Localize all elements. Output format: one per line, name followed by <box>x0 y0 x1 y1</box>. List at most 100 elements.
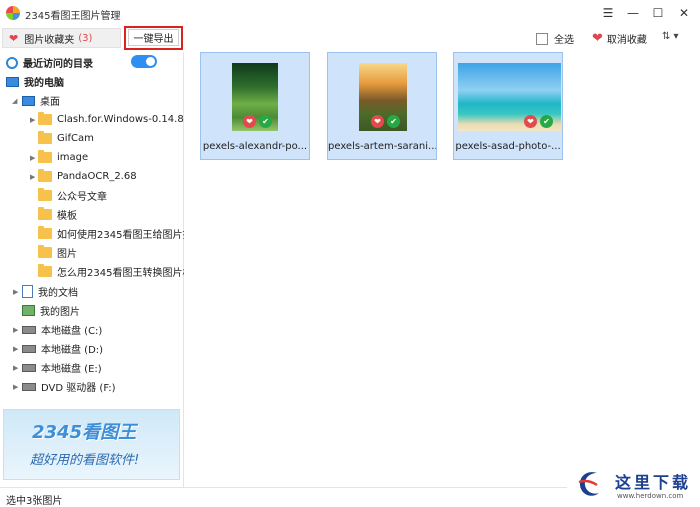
cancel-favorite-label: 取消收藏 <box>606 35 647 46</box>
selected-check-icon[interactable]: ✔ <box>259 115 272 128</box>
tree-item[interactable]: ▶ PandaOCR_2.68 <box>0 167 184 186</box>
ad-slogan: 超好用的看图软件! <box>30 453 140 468</box>
toolbar: ❤ 图片收藏夹 (3) 一键导出 全选 ❤ 取消收藏 ⇅ ▾ <box>0 26 700 52</box>
status-text: 选中3张图片 <box>6 496 63 507</box>
drive-icon <box>22 363 36 372</box>
thumbnail-item[interactable]: ❤ ✔ pexels-asad-photo-... <box>453 52 563 160</box>
recent-dirs-row[interactable]: 最近访问的目录 <box>6 53 190 72</box>
window-title: 2345看图王图片管理 <box>25 11 121 22</box>
ad-banner[interactable]: 2345看图王 超好用的看图软件! <box>3 409 180 480</box>
thumbnail-item[interactable]: ❤ ✔ pexels-artem-sarani... <box>327 52 437 160</box>
folder-icon <box>38 131 52 144</box>
computer-icon <box>6 76 19 87</box>
desktop-label: 桌面 <box>40 97 60 108</box>
folder-icon <box>38 226 52 239</box>
export-button[interactable]: 一键导出 <box>128 29 179 46</box>
tree-item-label: GifCam <box>57 133 94 144</box>
picture-icon <box>22 305 35 316</box>
tree-item-label: image <box>57 152 89 163</box>
cancel-favorite-button[interactable]: ❤ 取消收藏 <box>592 31 647 46</box>
drive-label: 本地磁盘 (C:) <box>41 326 103 337</box>
menu-icon[interactable]: ☰ <box>599 4 617 22</box>
heart-icon: ❤ <box>592 31 603 46</box>
tree-item[interactable]: 怎么用2345看图王转换图片格 <box>0 262 184 281</box>
chevron-right-icon[interactable]: ▶ <box>30 173 35 181</box>
drive-icon <box>22 344 36 353</box>
tree-item-label: 怎么用2345看图王转换图片格 <box>57 268 184 279</box>
drive-row[interactable]: ▶ 本地磁盘 (E:) <box>0 358 184 377</box>
favorite-heart-icon[interactable]: ❤ <box>371 115 384 128</box>
thumbnail-name: pexels-artem-sarani... <box>328 141 436 152</box>
folder-icon <box>38 150 52 163</box>
tree-item-label: 公众号文章 <box>57 192 107 203</box>
my-computer-label: 我的电脑 <box>24 78 64 89</box>
sidebar: 最近访问的目录 我的电脑 ◢ 桌面 ▶ Clash.for.Windows-0.… <box>0 52 184 487</box>
tree-item[interactable]: ▶ image <box>0 148 184 167</box>
folder-icon <box>38 245 52 258</box>
maximize-icon[interactable]: ☐ <box>649 4 667 22</box>
tree-item[interactable]: ▶ Clash.for.Windows-0.14.8-w <box>0 110 184 129</box>
chevron-right-icon[interactable]: ▶ <box>13 288 18 296</box>
clock-icon <box>6 56 18 69</box>
chevron-right-icon[interactable]: ▶ <box>13 345 18 353</box>
tree-item-label: PandaOCR_2.68 <box>57 171 137 182</box>
sort-icon[interactable]: ⇅ ▾ <box>662 31 679 42</box>
chevron-right-icon[interactable]: ▶ <box>13 326 18 334</box>
my-documents-row[interactable]: ▶ 我的文档 <box>0 282 184 301</box>
chevron-right-icon[interactable]: ▶ <box>13 383 18 391</box>
close-icon[interactable]: ✕ <box>675 4 693 22</box>
document-icon <box>22 285 33 298</box>
my-pictures-row[interactable]: 我的图片 <box>0 301 184 320</box>
expand-down-icon[interactable]: ◢ <box>12 97 17 105</box>
tree-item[interactable]: 图片 <box>0 243 184 262</box>
desktop-row[interactable]: ◢ 桌面 <box>0 91 184 110</box>
favorite-heart-icon[interactable]: ❤ <box>243 115 256 128</box>
desktop-icon <box>22 95 35 106</box>
drive-row[interactable]: ▶ 本地磁盘 (D:) <box>0 339 184 358</box>
select-all[interactable]: 全选 <box>536 31 574 46</box>
watermark: 这里下载 www.herdown.com <box>567 466 700 507</box>
select-all-checkbox[interactable] <box>536 32 548 45</box>
app-logo-icon <box>6 6 20 20</box>
select-all-label: 全选 <box>554 35 574 46</box>
tree-item-label: Clash.for.Windows-0.14.8-w <box>57 114 184 125</box>
tree-item-label: 图片 <box>57 249 77 260</box>
folder-icon <box>38 207 52 220</box>
drive-row[interactable]: ▶ 本地磁盘 (C:) <box>0 320 184 339</box>
tree-item[interactable]: 模板 <box>0 205 184 224</box>
ad-logo: 2345看图王 <box>32 422 137 443</box>
selected-check-icon[interactable]: ✔ <box>540 115 553 128</box>
folder-icon <box>38 169 52 182</box>
tree-item[interactable]: 公众号文章 <box>0 186 184 205</box>
title-bar: 2345看图王图片管理 ☰ — ☐ ✕ <box>0 0 700 26</box>
chevron-right-icon[interactable]: ▶ <box>13 364 18 372</box>
heart-icon: ❤ <box>9 31 19 45</box>
tree-item-label: 模板 <box>57 211 77 222</box>
chevron-right-icon[interactable]: ▶ <box>30 116 35 124</box>
watermark-logo-icon <box>578 472 599 496</box>
tree-item[interactable]: 如何使用2345看图王给图片批 <box>0 224 184 243</box>
folder-icon <box>38 264 52 277</box>
thumbnail-name: pexels-asad-photo-... <box>455 141 561 152</box>
selected-check-icon[interactable]: ✔ <box>387 115 400 128</box>
folder-icon <box>38 188 52 201</box>
recent-dirs-label: 最近访问的目录 <box>23 59 93 70</box>
recent-dirs-toggle[interactable] <box>131 55 157 68</box>
drive-label: 本地磁盘 (D:) <box>41 345 104 356</box>
drive-icon <box>22 325 36 334</box>
favorites-tab[interactable]: ❤ 图片收藏夹 (3) <box>2 28 121 48</box>
watermark-text: 这里下载 <box>615 473 692 492</box>
favorite-heart-icon[interactable]: ❤ <box>524 115 537 128</box>
tree-item-label: 如何使用2345看图王给图片批 <box>57 230 184 241</box>
thumbnail-grid: ❤ ✔ pexels-alexandr-po... ❤ ✔ pexels-art… <box>185 52 700 487</box>
thumbnail-name: pexels-alexandr-po... <box>202 141 308 152</box>
chevron-right-icon[interactable]: ▶ <box>30 154 35 162</box>
minimize-icon[interactable]: — <box>624 4 642 22</box>
thumbnail-item[interactable]: ❤ ✔ pexels-alexandr-po... <box>200 52 310 160</box>
my-computer-row[interactable]: 我的电脑 <box>6 72 190 91</box>
drive-row[interactable]: ▶ DVD 驱动器 (F:) <box>0 377 184 396</box>
tree-item[interactable]: GifCam <box>0 129 184 148</box>
my-pictures-label: 我的图片 <box>40 307 80 318</box>
drive-label: DVD 驱动器 (F:) <box>41 383 116 394</box>
dvd-drive-icon <box>22 382 36 391</box>
